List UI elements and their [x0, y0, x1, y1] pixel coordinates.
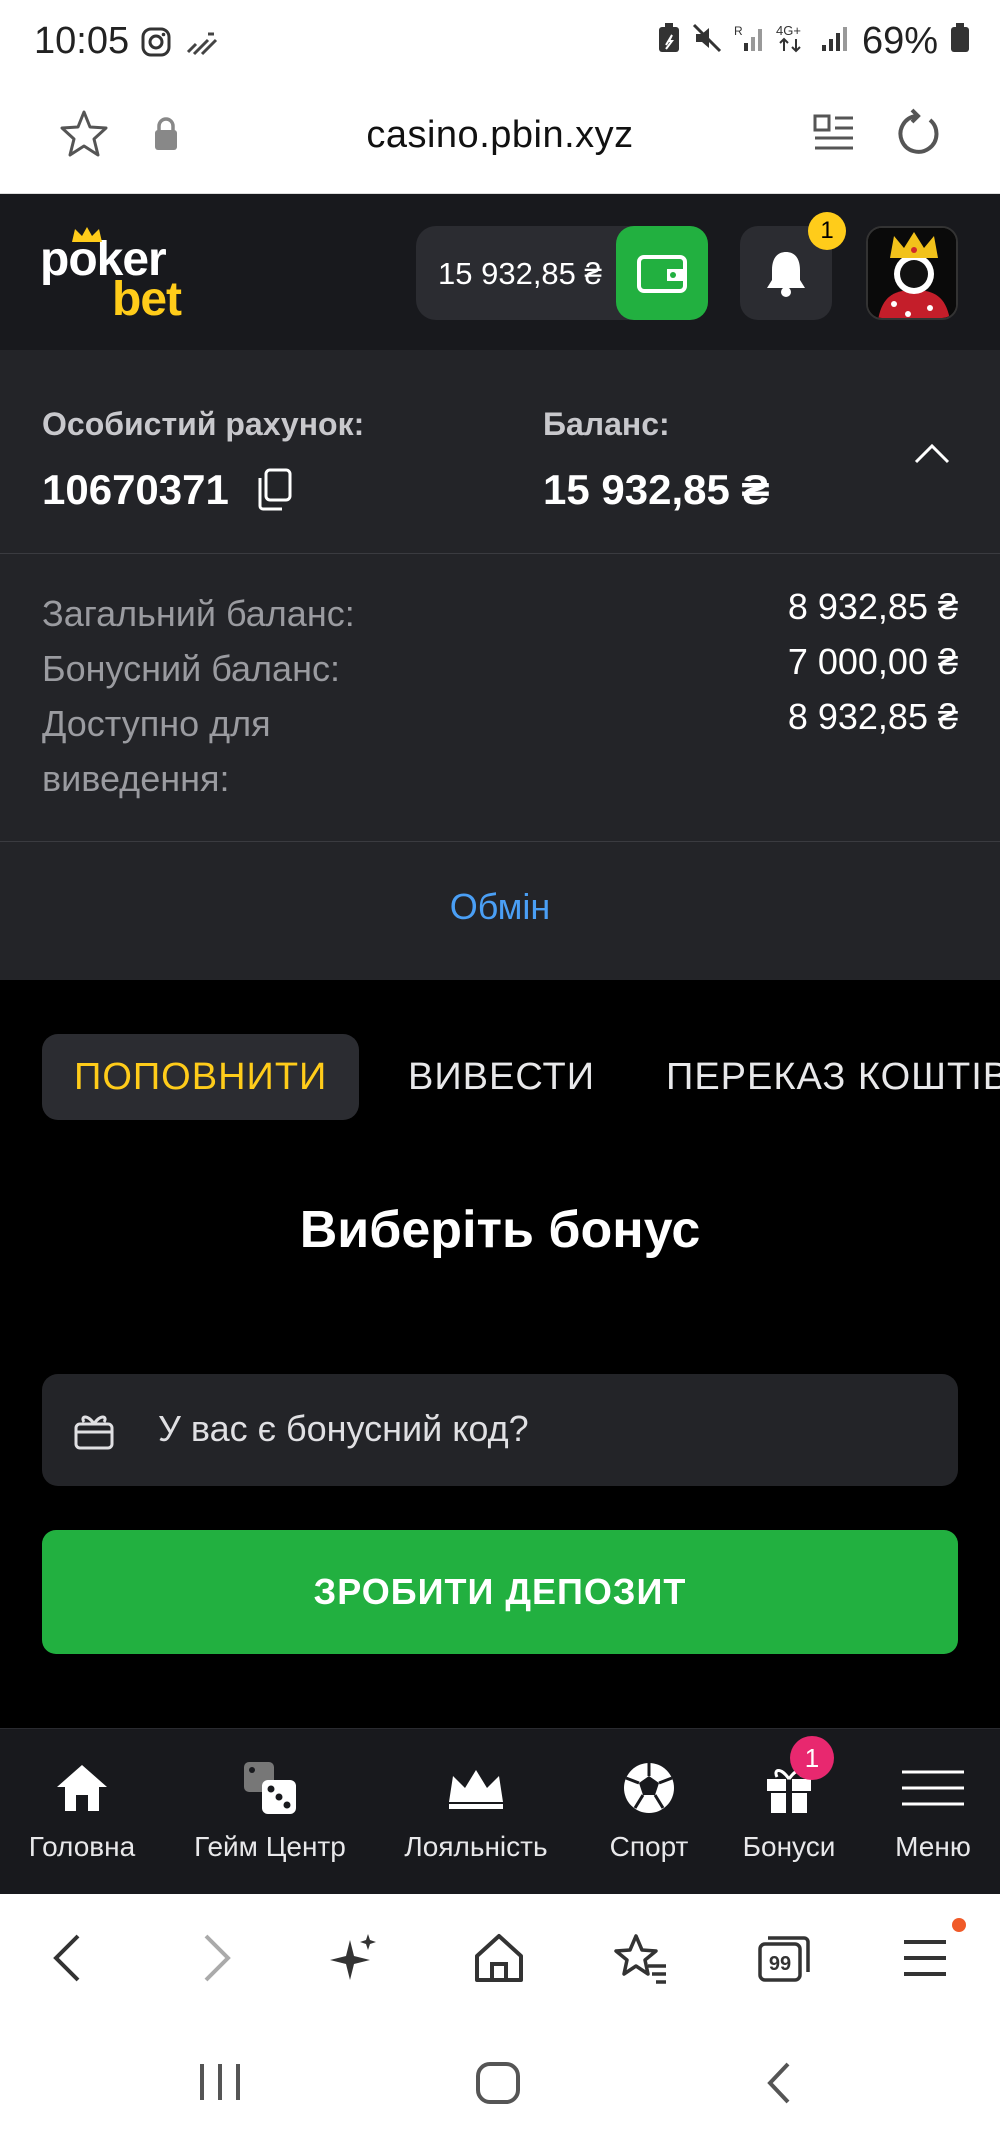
bell-icon	[767, 252, 805, 297]
svg-text:R: R	[734, 24, 743, 38]
roaming-signal-icon: R	[734, 20, 764, 63]
crown-icon	[449, 1770, 503, 1809]
nav-label: Бонуси	[742, 1831, 836, 1862]
back-icon[interactable]	[48, 1930, 88, 1991]
hamburger-icon	[902, 1770, 964, 1806]
pokerbet-logo[interactable]: poker bet	[40, 227, 220, 326]
wallet-button[interactable]	[616, 226, 708, 320]
reader-icon[interactable]	[812, 112, 856, 161]
menu-notification-dot	[952, 1918, 966, 1932]
browser-toolbar: 99	[0, 1894, 1000, 2020]
balance-details: Загальний баланс: 8 932,85 ₴ Бонусний ба…	[0, 554, 1000, 842]
logo-crown-icon	[72, 227, 102, 242]
tabs-icon[interactable]: 99	[756, 1930, 812, 1991]
browser-address-bar: casino.pbin.xyz	[0, 88, 1000, 194]
bonus-code-field[interactable]: У вас є бонусний код?	[42, 1374, 958, 1486]
balance-value: 15 932,85 ₴	[543, 466, 770, 513]
header-balance[interactable]: 15 932,85 ₴	[416, 226, 708, 320]
menu-icon[interactable]	[900, 1930, 950, 1991]
bonus-title: Виберіть бонус	[299, 1201, 701, 1259]
payment-tabs: ПОПОВНИТИ ВИВЕСТИ ПЕРЕКАЗ КОШТІВ	[42, 1034, 1000, 1120]
site-bottom-nav: Головна Гейм Центр Лояльність Спорт Бону…	[0, 1728, 1000, 1894]
balance-label: Баланс:	[543, 406, 670, 442]
nav-label: Спорт	[609, 1831, 689, 1862]
tab-transfer[interactable]: ПЕРЕКАЗ КОШТІВ	[666, 1034, 1000, 1120]
instagram-icon	[140, 26, 172, 63]
nav-label: Меню	[895, 1831, 971, 1862]
chevron-up-icon[interactable]	[912, 438, 952, 473]
android-nav-bar	[0, 2020, 1000, 2144]
battery-saver-icon	[658, 20, 680, 63]
nav-label: Головна	[28, 1831, 136, 1862]
detail-row-withdrawable: Доступно для виведення: 8 932,85 ₴	[42, 696, 958, 806]
site-header: poker bet 15 932,85 ₴ 1	[0, 194, 1000, 350]
tab-withdraw[interactable]: ВИВЕСТИ	[408, 1034, 595, 1120]
nav-item-sport[interactable]: Спорт	[594, 1755, 704, 1863]
home-icon	[57, 1765, 107, 1811]
gift-icon	[72, 1408, 116, 1457]
account-summary: Особистий рахунок: 10670371 Баланс: 15 9…	[0, 350, 1000, 554]
status-right: R 4G+ 69%	[658, 20, 970, 63]
battery-icon	[950, 20, 970, 63]
nav-item-menu[interactable]: Меню	[878, 1755, 988, 1863]
detail-value: 8 932,85 ₴	[787, 696, 958, 737]
sparkle-icon[interactable]	[330, 1930, 380, 1991]
logo-text-bottom: bet	[112, 273, 182, 326]
wallet-icon	[637, 255, 687, 293]
svg-text:4G+: 4G+	[776, 23, 801, 38]
avatar[interactable]	[866, 226, 958, 320]
back-icon[interactable]	[760, 2060, 800, 2111]
dice-icon	[244, 1762, 296, 1814]
signal-icon	[820, 20, 850, 63]
detail-label: Загальний баланс:	[42, 593, 355, 634]
status-bar: 10:05 R 4G+ 69%	[0, 0, 1000, 88]
home-icon[interactable]	[472, 1930, 526, 1991]
account-number-label: Особистий рахунок:	[42, 406, 365, 442]
detail-row-bonus: Бонусний баланс: 7 000,00 ₴	[42, 641, 958, 696]
exchange-link[interactable]: Обмін	[450, 886, 550, 928]
detail-label: Бонусний баланс:	[42, 648, 340, 689]
notifications-badge: 1	[808, 212, 846, 250]
home-icon[interactable]	[474, 2060, 522, 2111]
header-balance-amount: 15 932,85 ₴	[438, 256, 602, 291]
detail-value: 8 932,85 ₴	[787, 586, 958, 627]
bookmarks-icon[interactable]	[612, 1930, 668, 1991]
recents-icon[interactable]	[196, 2062, 244, 2107]
detail-label: Доступно для виведення:	[42, 703, 271, 799]
nav-item-game-center[interactable]: Гейм Центр	[180, 1755, 360, 1863]
4g-icon: 4G+	[776, 20, 808, 63]
nav-item-loyalty[interactable]: Лояльність	[396, 1755, 556, 1863]
forward-icon[interactable]	[196, 1930, 236, 1991]
soccer-ball-icon	[624, 1763, 674, 1813]
battery-percent: 69%	[861, 20, 938, 62]
detail-row-total: Загальний баланс: 8 932,85 ₴	[42, 586, 958, 641]
bonuses-badge: 1	[790, 1736, 834, 1780]
status-time: 10:05	[34, 20, 130, 62]
account-number: 10670371	[42, 466, 229, 513]
bonus-code-placeholder: У вас є бонусний код?	[158, 1408, 529, 1449]
nav-label: Лояльність	[404, 1831, 548, 1862]
detail-value: 7 000,00 ₴	[787, 641, 958, 682]
tabs-count: 99	[769, 1953, 791, 1975]
signal-wave-icon	[186, 30, 218, 61]
exchange-section: Обмін	[0, 842, 1000, 980]
make-deposit-button[interactable]: ЗРОБИТИ ДЕПОЗИТ	[42, 1530, 958, 1654]
mute-icon	[692, 20, 722, 63]
nav-item-home[interactable]: Головна	[18, 1755, 146, 1863]
copy-icon[interactable]	[254, 468, 294, 517]
king-avatar-icon	[868, 228, 956, 318]
nav-label: Гейм Центр	[194, 1831, 346, 1862]
reload-icon[interactable]	[888, 106, 944, 167]
tab-deposit[interactable]: ПОПОВНИТИ	[42, 1034, 360, 1120]
